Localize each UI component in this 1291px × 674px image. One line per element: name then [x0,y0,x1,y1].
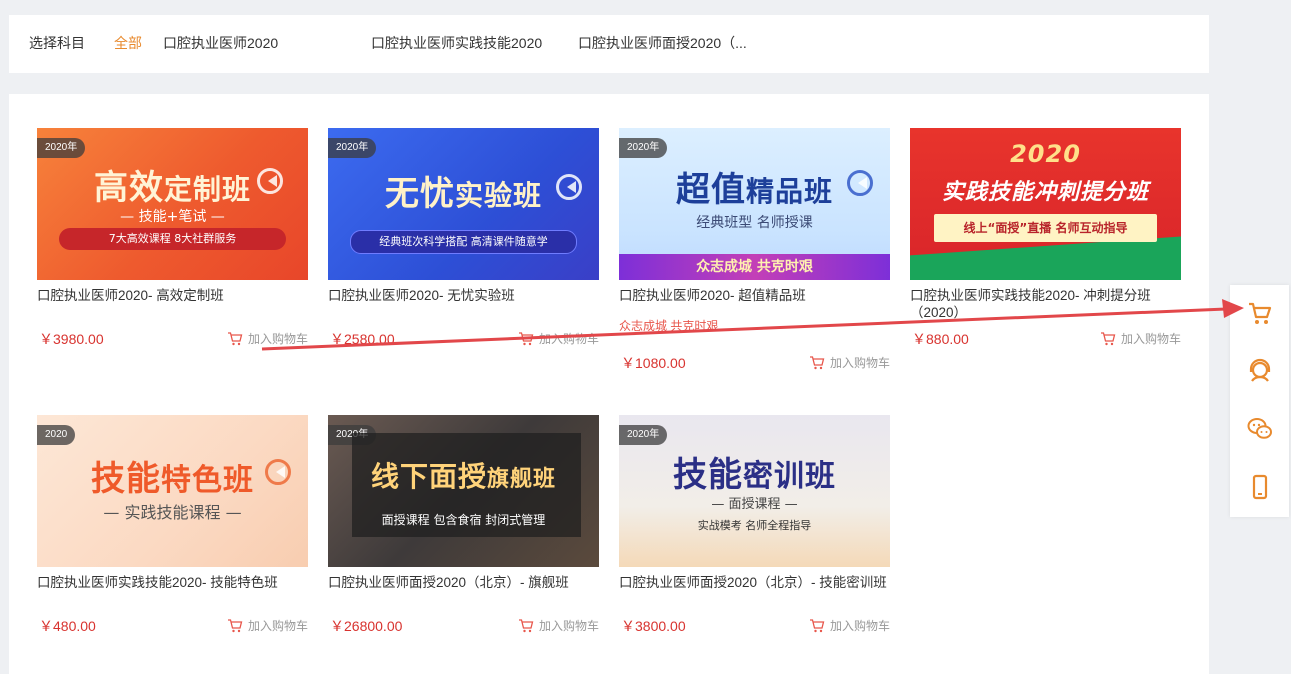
product-price: ￥2580.00 [330,331,395,347]
product-banner[interactable]: 2020年 超值精品班 经典班型 名师授课 众志成城 共克时艰 [619,128,890,280]
subject-item-oral-2020[interactable]: 口腔执业医师2020 [163,35,278,51]
product-banner[interactable]: 2020年 技能密训班 — 面授课程 — 实战模考 名师全程指导 [619,415,890,567]
product-banner[interactable]: 2020年 高效定制班 — 技能+笔试 — 7大高效课程 8大社群服务 [37,128,308,280]
cart-icon[interactable] [1246,299,1274,327]
banner-subtitle: — 实践技能课程 — [103,503,242,522]
play-icon [847,170,873,196]
banner-subtitle: 面授课程 包含食宿 封闭式管理 [381,513,546,527]
banner-pill: 7大高效课程 8大社群服务 [59,228,286,250]
product-title[interactable]: 口腔执业医师2020- 超值精品班 [619,287,890,321]
product-title[interactable]: 口腔执业医师面授2020（北京）- 旗舰班 [328,574,599,608]
cart-icon [227,331,243,345]
cart-icon [227,618,243,632]
banner-subtitle: — 技能+笔试 — [120,209,225,225]
banner-pill: 实战模考 名师全程指导 [697,519,812,532]
banner-title: 线下面授旗舰班 [370,460,557,493]
banner-title: 技能密训班 [673,455,836,495]
product-banner[interactable]: 2020 技能特色班 — 实践技能课程 — [37,415,308,567]
product-card: 2020年 技能密训班 — 面授课程 — 实战模考 名师全程指导 口腔执业医师面… [619,415,890,636]
play-icon [257,168,283,194]
banner-pill: 众志成城 共克时艰 [619,254,890,280]
product-price: ￥1080.00 [621,355,686,371]
product-footer: ￥480.00 加入购物车 [37,614,308,636]
banner-title: 实践技能冲刺提分班 [941,180,1150,205]
product-card: 2020年 无忧实验班 经典班次科学搭配 高清课件随意学 口腔执业医师2020-… [328,128,599,349]
add-to-cart-button[interactable]: 加入购物车 [809,617,890,634]
product-title[interactable]: 口腔执业医师实践技能2020- 技能特色班 [37,574,308,608]
product-card: 2020 技能特色班 — 实践技能课程 — 口腔执业医师实践技能2020- 技能… [37,415,308,636]
product-footer: ￥3980.00 加入购物车 [37,327,308,349]
mobile-icon[interactable] [1246,473,1274,501]
banner-year: 2020 [1010,140,1081,168]
cart-icon [809,355,825,369]
add-to-cart-button[interactable]: 加入购物车 [518,330,599,347]
subject-filter-label: 选择科目 [29,35,85,51]
year-tag: 2020年 [619,138,668,158]
year-tag: 2020年 [37,138,86,158]
subject-item-oral-practical-2020[interactable]: 口腔执业医师实践技能2020 [371,35,542,51]
product-price: ￥880.00 [912,331,969,347]
product-panel: 2020年 高效定制班 — 技能+笔试 — 7大高效课程 8大社群服务 口腔执业… [9,94,1209,674]
product-price: ￥26800.00 [330,618,403,634]
product-title[interactable]: 口腔执业医师面授2020（北京）- 技能密训班 [619,574,890,608]
product-price: ￥3800.00 [621,618,686,634]
add-to-cart-button[interactable]: 加入购物车 [1100,330,1181,347]
add-to-cart-button[interactable]: 加入购物车 [518,617,599,634]
play-icon [265,459,291,485]
subject-filter-bar: 选择科目 全部 口腔执业医师2020 口腔执业医师实践技能2020 口腔执业医师… [9,15,1209,73]
play-icon [556,174,582,200]
product-price: ￥480.00 [39,618,96,634]
product-footer: ￥3800.00 加入购物车 [619,614,890,636]
product-banner[interactable]: 2020年 无忧实验班 经典班次科学搭配 高清课件随意学 [328,128,599,280]
product-footer: ￥880.00 加入购物车 [910,327,1181,349]
banner-pill: 经典班次科学搭配 高清课件随意学 [350,230,577,254]
banner-pill: 线上“面授”直播 名师互动指导 [934,214,1157,242]
product-price: ￥3980.00 [39,331,104,347]
year-tag: 2020年 [619,425,668,445]
product-title[interactable]: 口腔执业医师2020- 无忧实验班 [328,287,599,321]
product-footer: ￥26800.00 加入购物车 [328,614,599,636]
add-to-cart-button[interactable]: 加入购物车 [227,617,308,634]
product-footer: ￥2580.00 加入购物车 [328,327,599,349]
cart-icon [809,618,825,632]
product-card: 2020年 高效定制班 — 技能+笔试 — 7大高效课程 8大社群服务 口腔执业… [37,128,308,349]
banner-subtitle: 经典班型 名师授课 [696,215,813,231]
product-footer: ￥1080.00 加入购物车 [619,351,890,373]
banner-subtitle: — 面授课程 — [711,497,798,512]
subject-item-oral-face-2020[interactable]: 口腔执业医师面授2020（... [578,35,747,51]
product-card: 2020年 线下面授旗舰班 面授课程 包含食宿 封闭式管理 口腔执业医师面授20… [328,415,599,636]
wechat-icon[interactable] [1246,415,1274,443]
cart-icon [518,618,534,632]
cart-icon [518,331,534,345]
product-description: 众志成城 共克时艰 [619,319,719,333]
floating-sidebar [1230,285,1289,517]
customer-service-icon[interactable] [1246,357,1274,385]
year-tag: 2020 [37,425,76,445]
product-title[interactable]: 口腔执业医师实践技能2020- 冲刺提分班（2020） [910,287,1181,321]
year-tag: 2020年 [328,138,377,158]
product-title[interactable]: 口腔执业医师2020- 高效定制班 [37,287,308,321]
subject-item-all[interactable]: 全部 [114,35,142,51]
add-to-cart-button[interactable]: 加入购物车 [227,330,308,347]
product-banner[interactable]: 2020年 线下面授旗舰班 面授课程 包含食宿 封闭式管理 [328,415,599,567]
product-card: 2020 实践技能冲刺提分班 线上“面授”直播 名师互动指导 口腔执业医师实践技… [910,128,1181,349]
product-card: 2020年 超值精品班 经典班型 名师授课 众志成城 共克时艰 口腔执业医师20… [619,128,890,373]
product-banner[interactable]: 2020 实践技能冲刺提分班 线上“面授”直播 名师互动指导 [910,128,1181,280]
add-to-cart-button[interactable]: 加入购物车 [809,354,890,371]
cart-icon [1100,331,1116,345]
